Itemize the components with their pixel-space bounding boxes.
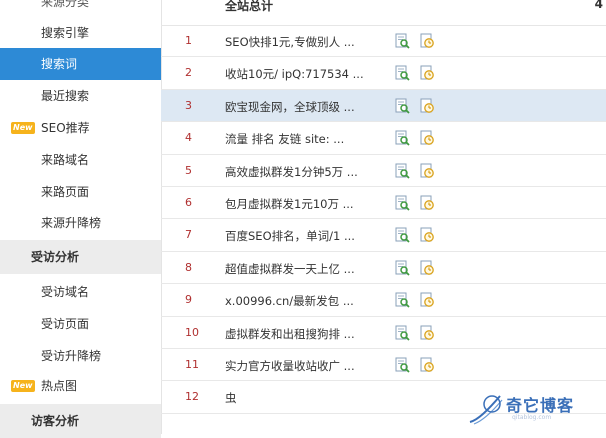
sidebar-item-source-category[interactable]: 来源分类 (0, 0, 161, 18)
search-detail-icon[interactable] (394, 163, 410, 179)
table-row[interactable]: 10 虚拟群发和出租搜狗排 ... (161, 317, 606, 349)
row-keyword-link[interactable]: 高效虚拟群发1分钟5万 ... (225, 164, 385, 180)
sidebar-item-seo-recommend[interactable]: New SEO推荐 (0, 112, 161, 144)
sidebar-item-label: 热点图 (41, 379, 78, 393)
row-number: 11 (185, 358, 199, 371)
trend-history-icon[interactable] (419, 195, 435, 211)
sidebar-item-search-terms[interactable]: 搜索词 (0, 48, 161, 80)
sidebar-item-label: 最近搜索 (41, 89, 90, 103)
trend-history-icon[interactable] (419, 65, 435, 81)
sidebar-item-label: 搜索引擎 (41, 26, 90, 40)
main-content: 全站总计 4 1 SEO快排1元,专做别人 ... 2 收站10元/ ipQ:7175… (161, 0, 606, 434)
watermark-title: 奇它博客 (506, 396, 575, 415)
row-keyword-link[interactable]: 包月虚拟群发1元10万 ... (225, 196, 385, 212)
trend-history-icon[interactable] (419, 357, 435, 373)
table-row[interactable]: 4 流量 排名 友链 site: ... (161, 122, 606, 155)
table-row[interactable]: 8 超值虚拟群发一天上亿 ... (161, 252, 606, 285)
search-detail-icon[interactable] (394, 130, 410, 146)
new-badge: New (11, 380, 35, 392)
trend-history-icon[interactable] (419, 130, 435, 146)
row-number: 8 (185, 260, 192, 274)
watermark-logo-icon (469, 395, 503, 425)
new-badge: New (11, 122, 35, 134)
row-number: 4 (185, 131, 192, 145)
search-detail-icon[interactable] (394, 65, 410, 82)
header-total-value: 4 (594, 0, 603, 11)
row-number: 3 (185, 98, 192, 112)
sidebar-item-search-engine[interactable]: 搜索引擎 (0, 17, 161, 49)
search-detail-icon[interactable] (394, 325, 410, 341)
table-row[interactable]: 2 收站10元/ ipQ:717534 ... (161, 57, 606, 90)
row-keyword-link[interactable]: 收站10元/ ipQ:717534 ... (225, 66, 385, 82)
sidebar-section-visit-analysis[interactable]: 受访分析 (0, 240, 161, 274)
row-number: 5 (185, 163, 192, 177)
search-detail-icon[interactable] (394, 260, 410, 276)
watermark-subtitle: qitablog.com (512, 414, 552, 421)
trend-history-icon[interactable] (419, 33, 435, 49)
table-row[interactable]: 5 高效虚拟群发1分钟5万 ... (161, 155, 606, 187)
sidebar-item-label: 受访域名 (41, 285, 90, 299)
search-detail-icon[interactable] (394, 227, 410, 244)
row-number: 1 (185, 34, 192, 47)
sidebar-item-label: 受访页面 (41, 317, 90, 331)
trend-history-icon[interactable] (419, 325, 435, 341)
sidebar-item-visited-page[interactable]: 受访页面 (0, 308, 161, 340)
trend-history-icon[interactable] (419, 98, 435, 114)
search-detail-icon[interactable] (394, 98, 410, 114)
table-row[interactable]: 3 欧宝现金网，全球顶级 ... (161, 89, 606, 123)
row-number: 9 (185, 293, 192, 307)
table-row[interactable]: 1 SEO快排1元,专做别人 ... (161, 25, 606, 58)
row-keyword-link[interactable]: 流量 排名 友链 site: ... (225, 131, 385, 147)
row-number: 2 (185, 66, 192, 80)
table-row[interactable]: 11 实力官方收量收站收广 ... (161, 349, 606, 382)
row-keyword-link[interactable]: 欧宝现金网，全球顶级 ... (225, 99, 385, 115)
table-row[interactable]: 6 包月虚拟群发1元10万 ... (161, 187, 606, 220)
search-detail-icon[interactable] (394, 357, 410, 373)
sidebar-item-visited-rank[interactable]: 受访升降榜 (0, 340, 161, 372)
table-header: 全站总计 4 (161, 0, 606, 26)
trend-history-icon[interactable] (419, 163, 435, 179)
table-row[interactable]: 9 x.00996.cn/最新发包 ... (161, 284, 606, 317)
row-keyword-link[interactable]: 实力官方收量收站收广 ... (225, 358, 385, 374)
sidebar-item-label: 受访升降榜 (41, 349, 102, 363)
row-number: 10 (185, 325, 199, 339)
row-number: 7 (185, 228, 192, 242)
sidebar-section-visitor-analysis[interactable]: 访客分析 (0, 404, 161, 438)
search-detail-icon[interactable] (394, 195, 410, 211)
sidebar-item-referrer-domain[interactable]: 来路域名 (0, 144, 161, 176)
trend-history-icon[interactable] (419, 292, 435, 308)
sidebar-item-label: 来源升降榜 (41, 216, 102, 230)
sidebar-item-recent-search[interactable]: 最近搜索 (0, 80, 161, 112)
watermark: 奇它博客 qitablog.com (466, 390, 596, 428)
sidebar-item-source-rank[interactable]: 来源升降榜 (0, 207, 161, 239)
sidebar-item-label: 搜索词 (41, 57, 78, 71)
sidebar: 来源分类 搜索引擎 搜索词 最近搜索 New SEO推荐 来路域名 来路页面 来… (0, 0, 162, 438)
sidebar-item-heatmap[interactable]: New 热点图 (0, 370, 161, 402)
row-keyword-link[interactable]: 虫 (225, 390, 385, 406)
row-number: 12 (185, 390, 199, 404)
search-detail-icon[interactable] (394, 33, 410, 49)
sidebar-item-visited-domain[interactable]: 受访域名 (0, 276, 161, 308)
header-total-label: 全站总计 (225, 0, 274, 13)
row-number: 6 (185, 196, 192, 209)
search-detail-icon[interactable] (394, 292, 410, 308)
sidebar-item-referrer-page[interactable]: 来路页面 (0, 176, 161, 208)
row-keyword-link[interactable]: 超值虚拟群发一天上亿 ... (225, 261, 385, 277)
row-keyword-link[interactable]: SEO快排1元,专做别人 ... (225, 34, 385, 50)
row-keyword-link[interactable]: x.00996.cn/最新发包 ... (225, 293, 385, 309)
row-keyword-link[interactable]: 虚拟群发和出租搜狗排 ... (225, 326, 385, 342)
trend-history-icon[interactable] (419, 260, 435, 276)
sidebar-item-label: SEO推荐 (41, 121, 90, 135)
sidebar-item-label: 来路域名 (41, 153, 90, 167)
row-keyword-link[interactable]: 百度SEO排名，单词/1 ... (225, 228, 385, 244)
table-row[interactable]: 7 百度SEO排名，单词/1 ... (161, 219, 606, 252)
trend-history-icon[interactable] (419, 227, 435, 243)
sidebar-item-label: 来路页面 (41, 185, 90, 199)
